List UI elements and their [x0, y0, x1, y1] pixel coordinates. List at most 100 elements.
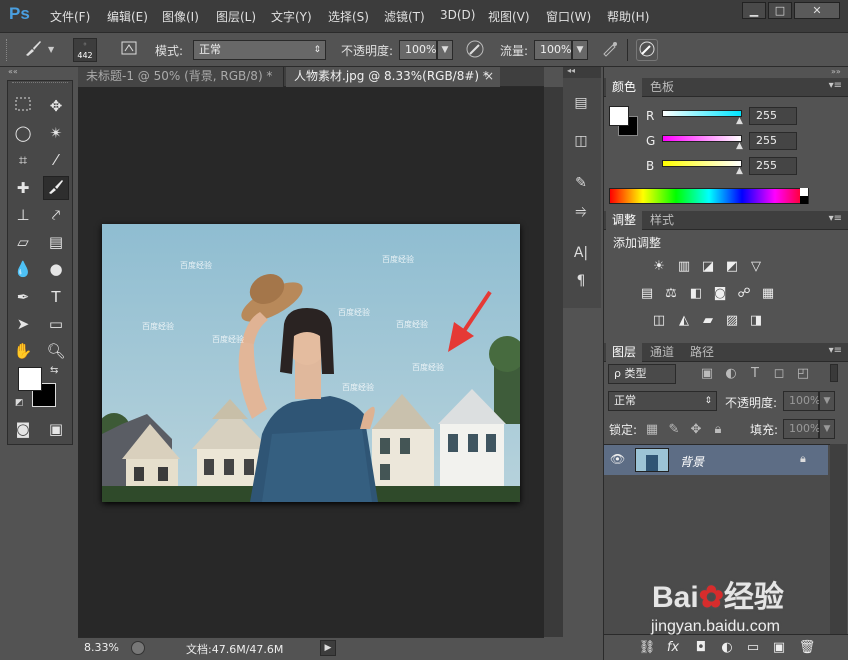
opacity-input[interactable]: 100% [399, 40, 437, 60]
brush-presets-panel-icon[interactable]: ✎ [568, 172, 594, 194]
canvas-photo[interactable]: 百度经验 百度经验 百度经验 百度经验 百度经验 百度经验 百度经验 百度经验 [102, 224, 520, 502]
close-button[interactable]: ✕ [794, 2, 840, 19]
g-slider[interactable] [662, 135, 742, 142]
move-tool-icon[interactable]: ✥ [45, 95, 67, 117]
lock-transparent-icon[interactable]: ▦ [643, 422, 661, 438]
magic-wand-tool-icon[interactable]: ✴ [45, 122, 67, 144]
g-slider-handle[interactable]: ▲ [736, 141, 743, 151]
color-foreground-swatch[interactable] [609, 106, 629, 126]
levels-icon[interactable]: ▥ [675, 259, 693, 275]
r-slider-handle[interactable]: ▲ [736, 116, 743, 126]
filter-type-icon[interactable]: T [746, 366, 764, 382]
tab-styles[interactable]: 样式 [644, 211, 680, 230]
clone-stamp-tool-icon[interactable]: ⊥ [12, 204, 34, 226]
menu-edit[interactable]: 编辑(E) [107, 8, 148, 25]
history-brush-tool-icon[interactable]: ⤤ [45, 204, 67, 226]
maximize-button[interactable]: □ [768, 2, 792, 19]
color-panel-menu-icon[interactable]: ▾≡ [829, 80, 842, 91]
collapse-panels-icon[interactable]: »» [831, 67, 841, 76]
share-icon[interactable] [131, 641, 145, 655]
brush-tool-icon[interactable] [43, 176, 69, 200]
vibrance-icon[interactable]: ▽ [747, 259, 765, 275]
eyedropper-tool-icon[interactable]: ⁄ [45, 149, 67, 171]
menu-layer[interactable]: 图层(L) [216, 8, 256, 25]
hue-saturation-icon[interactable]: ▤ [638, 286, 656, 302]
r-slider[interactable] [662, 110, 742, 117]
menu-image[interactable]: 图像(I) [162, 8, 199, 25]
delete-layer-icon[interactable]: 🗑 [798, 640, 816, 656]
menu-window[interactable]: 窗口(W) [546, 8, 591, 25]
paragraph-panel-icon[interactable]: ¶ [568, 270, 594, 292]
clone-source-panel-icon[interactable]: ⥤ [568, 200, 594, 222]
spectrum-white-icon[interactable] [800, 188, 808, 196]
b-value-input[interactable]: 255 [749, 157, 797, 175]
invert-icon[interactable]: ◫ [650, 313, 668, 329]
layer-row-background[interactable]: 👁︎ 背景 🔒︎ [604, 445, 828, 475]
new-layer-icon[interactable]: ▣ [770, 640, 788, 656]
flow-input[interactable]: 100% [534, 40, 572, 60]
b-slider-handle[interactable]: ▲ [736, 166, 743, 176]
g-value-input[interactable]: 255 [749, 132, 797, 150]
tab-channels[interactable]: 通道 [644, 343, 680, 362]
exposure-icon[interactable]: ◩ [723, 259, 741, 275]
layer-style-fx-icon[interactable]: fx [664, 640, 682, 656]
lock-image-icon[interactable]: ✎ [665, 422, 683, 438]
filter-smart-object-icon[interactable]: ◰ [794, 366, 812, 382]
foreground-color-swatch[interactable] [18, 367, 42, 391]
crop-tool-icon[interactable]: ⌗ [12, 149, 34, 171]
new-group-icon[interactable]: ▭ [744, 640, 762, 656]
layers-scrollbar[interactable] [830, 444, 847, 634]
menu-filter[interactable]: 滤镜(T) [384, 8, 425, 25]
layer-name[interactable]: 背景 [680, 453, 704, 470]
marquee-tool-icon[interactable] [12, 95, 34, 117]
brush-panel-toggle-icon[interactable] [118, 39, 140, 61]
path-selection-tool-icon[interactable]: ➤ [12, 313, 34, 335]
layer-visibility-eye-icon[interactable]: 👁︎ [610, 452, 625, 466]
filter-toggle[interactable] [830, 364, 838, 382]
lock-all-icon[interactable]: 🔒︎ [709, 422, 727, 438]
menu-view[interactable]: 视图(V) [488, 8, 530, 25]
rectangle-tool-icon[interactable]: ▭ [45, 313, 67, 335]
minimize-button[interactable]: ▁ [742, 2, 766, 19]
tab-paths[interactable]: 路径 [684, 343, 720, 362]
default-colors-icon[interactable]: ◩ [15, 398, 24, 408]
b-slider[interactable] [662, 160, 742, 167]
swap-colors-icon[interactable]: ⇆ [50, 365, 58, 376]
add-mask-icon[interactable]: ◘ [692, 640, 710, 656]
close-tab-icon[interactable]: × [484, 67, 494, 86]
blend-mode-select[interactable]: 正常 ⇕ [608, 391, 717, 411]
tab-untitled[interactable]: 未标题-1 @ 50% (背景, RGB/8) * [78, 67, 284, 87]
blur-tool-icon[interactable]: 💧 [12, 258, 34, 280]
tab-swatches[interactable]: 色板 [644, 78, 680, 97]
properties-panel-icon[interactable]: ◫ [568, 130, 594, 152]
expand-dock-icon[interactable]: ◂◂ [567, 66, 575, 75]
spectrum-black-icon[interactable] [800, 196, 808, 204]
adjustments-panel-menu-icon[interactable]: ▾≡ [829, 213, 842, 224]
gradient-tool-icon[interactable]: ▤ [45, 231, 67, 253]
tab-color[interactable]: 颜色 [606, 78, 643, 97]
history-panel-icon[interactable]: ▤ [568, 92, 594, 114]
pen-tool-icon[interactable]: ✒ [12, 286, 34, 308]
menu-file[interactable]: 文件(F) [50, 8, 90, 25]
curves-icon[interactable]: ◪ [699, 259, 717, 275]
layer-filter-select[interactable]: ρ 类型 [608, 364, 676, 384]
r-value-input[interactable]: 255 [749, 107, 797, 125]
tab-layers[interactable]: 图层 [606, 343, 643, 362]
lasso-tool-icon[interactable]: ◯ [12, 122, 34, 144]
black-white-icon[interactable]: ◧ [687, 286, 705, 302]
layer-opacity-input[interactable]: 100% [783, 391, 820, 411]
eraser-tool-icon[interactable]: ▱ [12, 231, 34, 253]
selective-color-icon[interactable]: ▨ [723, 313, 741, 329]
flow-dropdown-icon[interactable]: ▼ [572, 40, 588, 60]
dodge-tool-icon[interactable]: ● [45, 258, 67, 280]
menu-type[interactable]: 文字(Y) [271, 8, 312, 25]
mode-select[interactable]: 正常 ⇕ [193, 40, 326, 60]
posterize-icon[interactable]: ◭ [675, 313, 693, 329]
brightness-contrast-icon[interactable]: ☀ [650, 259, 668, 275]
channel-mixer-icon[interactable]: ☍ [735, 286, 753, 302]
color-spectrum-ramp[interactable] [609, 188, 809, 204]
brush-tool-preset-icon[interactable] [22, 38, 44, 60]
airbrush-icon[interactable] [599, 39, 621, 61]
layers-panel-menu-icon[interactable]: ▾≡ [829, 345, 842, 356]
status-menu-button[interactable]: ▶ [320, 640, 336, 656]
